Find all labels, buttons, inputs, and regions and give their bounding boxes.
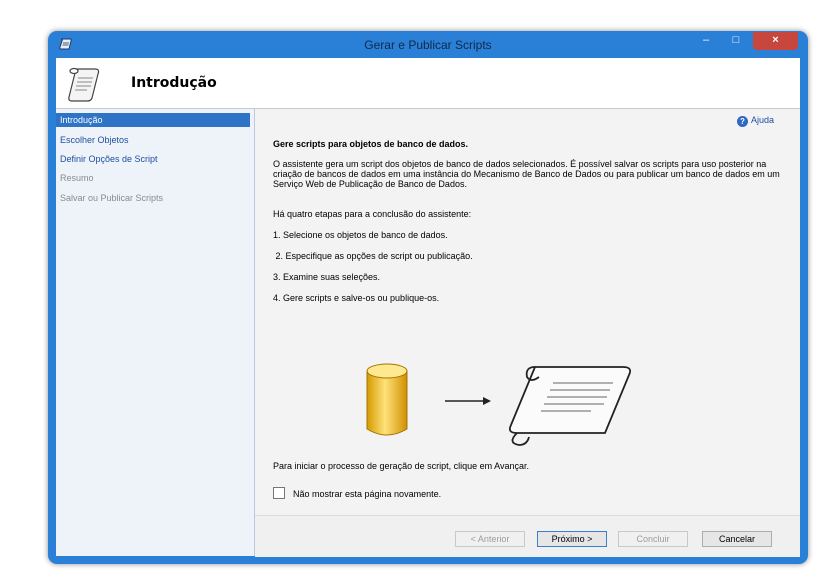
step-item: 3. Examine suas seleções. xyxy=(273,272,381,282)
wizard-header: Introdução xyxy=(56,58,800,109)
help-label[interactable]: Ajuda xyxy=(751,115,774,125)
sidebar-item-definir-opcoes[interactable]: Definir Opções de Script xyxy=(56,152,250,166)
step-item: 4. Gere scripts e salve-os ou publique-o… xyxy=(273,293,440,303)
script-scroll-icon xyxy=(68,67,100,102)
page-title: Introdução xyxy=(131,75,217,91)
wizard-sidebar: Introdução Escolher Objetos Definir Opçõ… xyxy=(56,109,255,556)
sidebar-item-escolher-objetos[interactable]: Escolher Objetos xyxy=(56,133,250,147)
dont-show-again-checkbox[interactable]: Não mostrar esta página novamente. xyxy=(273,487,441,499)
script-scroll-icon xyxy=(508,366,632,446)
database-icon xyxy=(366,363,408,436)
wizard-window: Gerar e Publicar Scripts – □ × Introduçã… xyxy=(48,31,808,564)
finish-button[interactable]: Concluir xyxy=(618,531,688,547)
arrow-right-icon xyxy=(445,397,491,405)
maximize-button[interactable]: □ xyxy=(724,32,748,50)
start-hint: Para iniciar o processo de geração de sc… xyxy=(273,461,529,471)
minimize-button[interactable]: – xyxy=(694,32,718,50)
content-pane: ? Ajuda Gere scripts para objetos de banc… xyxy=(255,109,800,515)
step-item: 2. Especifique as opções de script ou pu… xyxy=(273,251,473,261)
intro-heading: Gere scripts para objetos de banco de da… xyxy=(273,139,469,149)
help-link[interactable]: ? Ajuda xyxy=(737,115,774,127)
cancel-button[interactable]: Cancelar xyxy=(702,531,772,547)
back-button[interactable]: < Anterior xyxy=(455,531,525,547)
wizard-footer: < Anterior Próximo > Concluir Cancelar xyxy=(255,515,800,557)
sidebar-item-introducao[interactable]: Introdução xyxy=(56,113,250,127)
next-button[interactable]: Próximo > xyxy=(537,531,607,547)
steps-intro: Há quatro etapas para a conclusão do ass… xyxy=(273,209,472,219)
database-to-script-illustration xyxy=(366,363,632,446)
step-item: 1. Selecione os objetos de banco de dado… xyxy=(273,230,448,240)
checkbox-label[interactable]: Não mostrar esta página novamente. xyxy=(293,489,441,499)
help-icon[interactable]: ? xyxy=(737,116,748,127)
sidebar-item-salvar-publicar: Salvar ou Publicar Scripts xyxy=(60,193,164,203)
sidebar-item-resumo: Resumo xyxy=(60,173,94,183)
close-button[interactable]: × xyxy=(753,32,798,50)
wizard-client: Introdução Introdução Escolher Objetos D… xyxy=(56,58,800,557)
intro-description: O assistente gera um script dos objetos … xyxy=(273,159,780,189)
checkbox-box[interactable] xyxy=(273,487,285,499)
title-bar[interactable]: Gerar e Publicar Scripts – □ × xyxy=(48,31,808,58)
